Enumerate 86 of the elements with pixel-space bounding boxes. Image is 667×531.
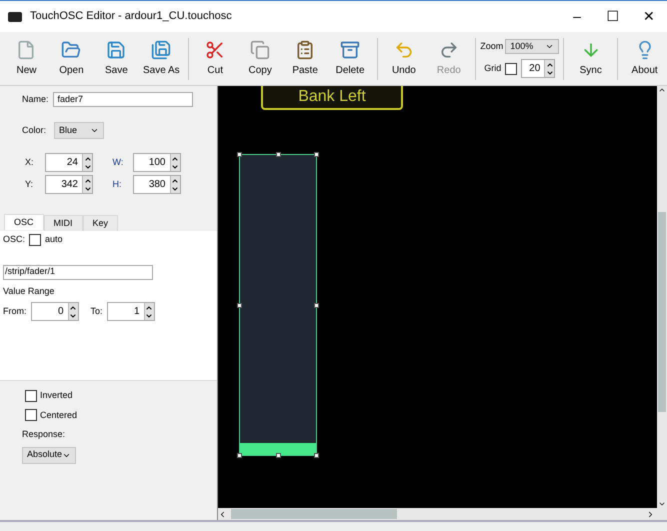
value-range-label: Value Range [3,284,56,298]
spin-box[interactable]: 0 [30,302,78,321]
coordinate-label: H: [112,178,122,191]
toolbar-button[interactable]: Open [48,36,94,82]
scroll-up-icon [658,86,666,94]
toolbar-button[interactable]: Delete [328,36,373,82]
resize-handle[interactable] [276,453,281,458]
spin-arrows-icon [82,176,92,193]
disk-icon [151,40,172,60]
spin-box[interactable]: 342 [45,175,93,194]
toolbar-button[interactable]: Sync [568,36,614,82]
address-field[interactable]: /strip/fader/1 [3,264,153,280]
response-label: Response: [21,428,66,441]
horizontal-scrollbar[interactable] [218,508,667,520]
scissors-icon [205,40,226,60]
color-dropdown[interactable]: Blue [54,122,104,139]
scroll-down-icon [658,500,666,508]
chevron-down-icon [90,126,100,135]
clipboard-icon [295,40,316,60]
toolbar-button[interactable]: Undo [381,36,426,82]
checkbox[interactable] [25,390,37,402]
color-label: Color: [22,124,46,137]
spin-arrows-icon [170,154,180,171]
toolbar-button[interactable]: Save As [138,36,184,82]
checkbox[interactable] [29,234,42,246]
from-label: From: [3,304,26,318]
redo-icon [438,40,459,60]
auto-label: auto [45,233,63,246]
tab[interactable]: MIDI [44,215,83,231]
layout-canvas[interactable]: Bank Left [218,86,657,508]
copy-icon [250,40,270,60]
fader[interactable] [239,154,317,456]
spin-box[interactable]: 1 [106,302,155,321]
resize-handle[interactable] [314,303,319,308]
checkbox[interactable] [25,409,37,422]
toolbar-button[interactable]: New [4,36,49,82]
toolbar-button[interactable]: Paste [282,36,328,82]
spin-arrows-icon [68,303,78,320]
spin-arrows-icon [82,154,92,171]
checkbox[interactable] [505,62,518,74]
spin-arrows-icon [544,60,554,77]
resize-handle[interactable] [237,303,242,308]
resize-handle[interactable] [237,453,242,458]
coordinate-label: Y: [25,178,34,191]
window-control[interactable]: ☐ [595,6,631,27]
resize-handle[interactable] [314,453,319,458]
to-label: To: [90,304,103,318]
spin-box[interactable]: 20 [521,59,556,78]
spin-arrows-icon [144,303,154,320]
scroll-right-icon [646,510,655,518]
window-title: TouchOSC Editor - ardour1_CU.touchosc [30,9,233,24]
file-icon [16,40,36,60]
coordinate-label: W: [112,156,124,169]
spin-arrows-icon [170,176,180,193]
scroll-left-icon [218,510,227,518]
drawer-icon [340,40,360,60]
name-label: Name: [22,92,49,106]
coordinate-label: X: [25,156,35,169]
spin-box[interactable]: 24 [45,153,93,172]
zoom-dropdown[interactable]: 100% [505,39,560,54]
tab[interactable]: Key [82,215,118,231]
zoom-label: Zoom [480,40,504,53]
bank-left-button[interactable]: Bank Left [261,86,403,110]
toolbar-button[interactable]: Save [94,36,139,82]
toolbar-button[interactable]: Copy [238,36,283,82]
app-logo-icon [8,12,22,22]
response-dropdown[interactable]: Absolute [22,446,76,464]
tab[interactable]: OSC [4,214,44,230]
grid-label: Grid [484,62,502,75]
option-label: Centered [40,408,78,422]
resize-handle[interactable] [314,152,319,157]
window-control[interactable]: ✕ [631,6,667,27]
toolbar-button[interactable]: About [622,36,667,82]
spin-box[interactable]: 380 [132,175,180,194]
vertical-scrollbar[interactable] [657,86,667,508]
undo-icon [394,40,414,60]
toolbar-button[interactable]: Cut [192,36,238,82]
spin-box[interactable]: 100 [132,153,180,172]
folder-icon [61,40,82,60]
option-label: Inverted [40,389,73,402]
osc-label: OSC: [3,233,26,246]
window-control[interactable]: – [559,6,595,27]
resize-handle[interactable] [276,152,281,157]
chevron-down-icon [545,42,554,51]
resize-handle[interactable] [237,152,242,157]
name-field[interactable]: fader7 [52,92,193,107]
